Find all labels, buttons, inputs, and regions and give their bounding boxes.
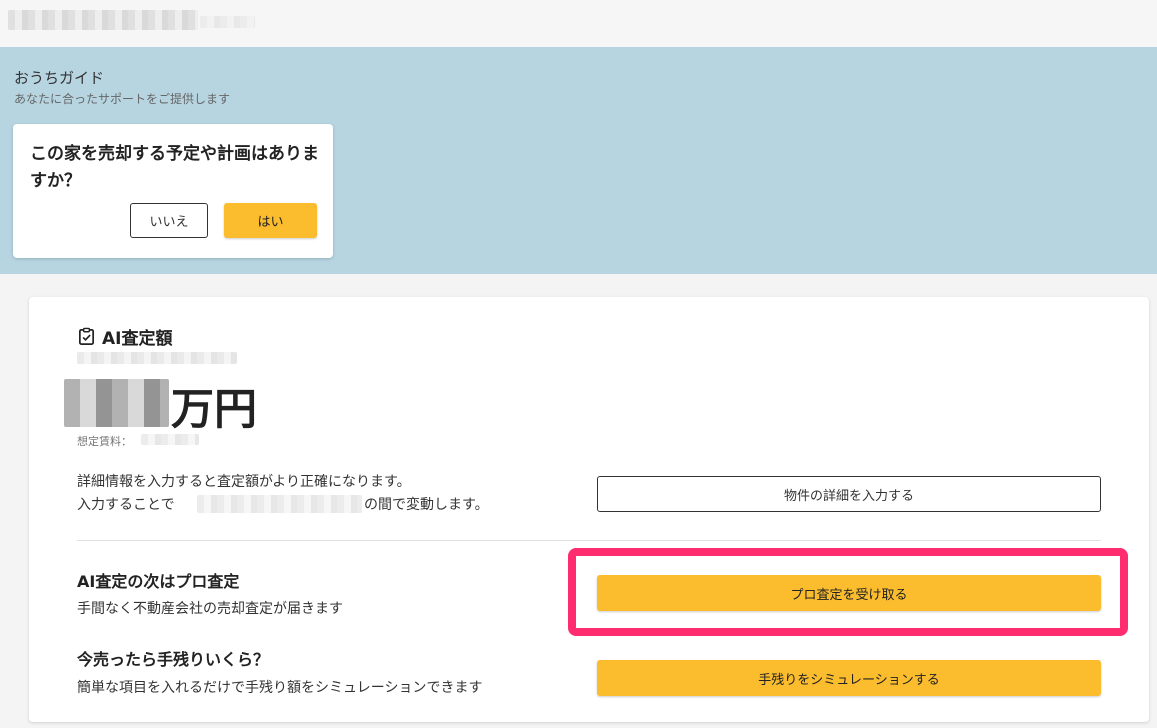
range-text-prefix: 入力することで: [77, 497, 175, 513]
ai-estimate-card: AI査定額 万円 想定賃料： 詳細情報を入力すると査定額がより正確になります。 …: [29, 297, 1149, 722]
top-header: [0, 0, 1157, 47]
blurred-header-text: [200, 16, 255, 28]
net-proceeds-subtitle: 簡単な項目を入れるだけで手残り額をシミュレーションできます: [77, 680, 483, 696]
simulate-net-proceeds-button[interactable]: 手残りをシミュレーションする: [597, 660, 1101, 696]
net-proceeds-title: 今売ったら手残りいくら？: [77, 650, 270, 669]
estimate-unit: 万円: [171, 385, 257, 435]
ouchi-guide-section: おうちガイド あなたに合ったサポートをご提供します この家を売却する予定や計画は…: [0, 47, 1157, 274]
guide-title: おうちガイド: [14, 69, 105, 87]
no-button[interactable]: いいえ: [130, 203, 208, 238]
blurred-price-range: [197, 495, 362, 513]
ai-estimate-heading: AI査定額: [77, 324, 172, 349]
blurred-estimate-amount: [64, 379, 169, 427]
sell-plan-question-card: この家を売却する予定や計画はありますか？ いいえ はい: [13, 124, 333, 258]
expected-rent-label: 想定賃料：: [77, 435, 132, 448]
blurred-estimate-caption: [77, 352, 237, 364]
blurred-expected-rent: [141, 434, 199, 445]
pro-assessment-subtitle: 手間なく不動産会社の売却査定が届きます: [77, 601, 343, 617]
clipboard-check-icon: [78, 327, 95, 345]
yes-button[interactable]: はい: [224, 203, 317, 238]
detail-info-text: 詳細情報を入力すると査定額がより正確になります。: [77, 474, 411, 490]
blurred-site-title: [8, 10, 198, 30]
sell-plan-question: この家を売却する予定や計画はありますか？: [30, 144, 319, 191]
ai-estimate-title: AI査定額: [102, 329, 173, 349]
divider: [77, 540, 1101, 541]
range-text-suffix: の間で変動します。: [364, 497, 489, 513]
guide-subtitle: あなたに合ったサポートをご提供します: [14, 92, 231, 106]
receive-pro-assessment-button[interactable]: プロ査定を受け取る: [597, 575, 1101, 611]
pro-assessment-title: AI査定の次はプロ査定: [77, 572, 240, 591]
enter-property-details-button[interactable]: 物件の詳細を入力する: [597, 476, 1101, 512]
